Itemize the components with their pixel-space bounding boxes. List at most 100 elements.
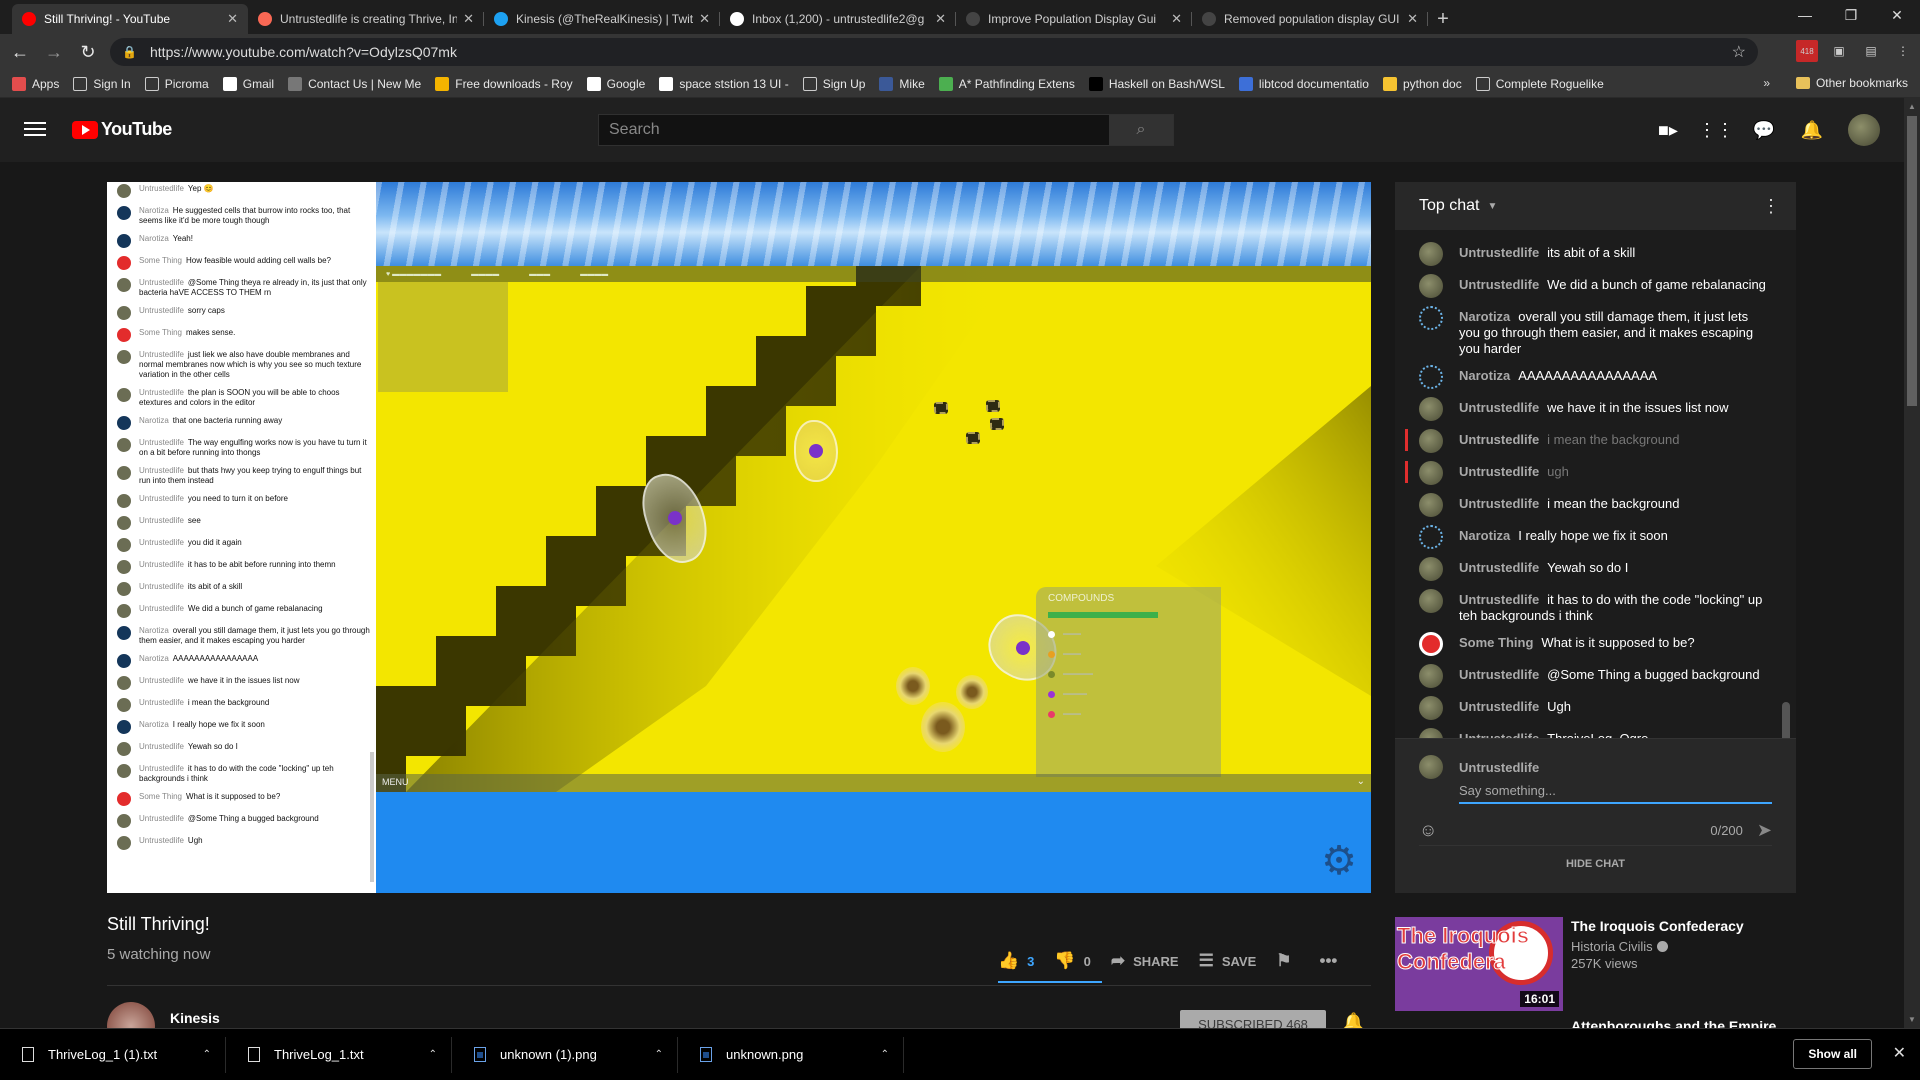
chat-avatar[interactable] [1419, 557, 1443, 581]
back-arrow-icon[interactable]: ← [6, 38, 34, 66]
chat-author[interactable]: Untrustedlife [1459, 400, 1539, 415]
scroll-down-arrow-icon[interactable]: ▼ [1904, 1015, 1920, 1024]
account-avatar[interactable] [1848, 114, 1880, 146]
bookmark-item[interactable]: Mike [879, 76, 925, 91]
reload-icon[interactable]: ↻ [74, 38, 102, 66]
chat-author[interactable]: Untrustedlife [1459, 667, 1539, 682]
chat-author[interactable]: Untrustedlife [1459, 245, 1539, 260]
browser-tab[interactable]: Inbox (1,200) - untrustedlife2@g ✕ [720, 4, 956, 34]
chat-author[interactable]: Untrustedlife [1459, 464, 1539, 479]
close-tab-icon[interactable]: ✕ [935, 11, 946, 27]
close-window-icon[interactable]: ✕ [1874, 0, 1920, 30]
chat-author[interactable]: Untrustedlife [1459, 731, 1539, 738]
chat-avatar[interactable] [1419, 728, 1443, 738]
hide-chat-button[interactable]: HIDE CHAT [1419, 845, 1772, 870]
chat-author[interactable]: Untrustedlife [1459, 432, 1539, 447]
browser-tab[interactable]: Untrustedlife is creating Thrive, In ✕ [248, 4, 484, 34]
save-button[interactable]: ☰ SAVE [1199, 951, 1257, 971]
chat-author[interactable]: Untrustedlife [1459, 496, 1539, 511]
close-tab-icon[interactable]: ✕ [1407, 11, 1418, 27]
address-bar[interactable]: 🔒 https://www.youtube.com/watch?v=Odylzs… [110, 38, 1758, 66]
bookmark-item[interactable]: Complete Roguelike [1475, 76, 1604, 91]
chat-avatar[interactable] [1419, 274, 1443, 298]
new-tab-button[interactable]: + [1428, 4, 1458, 34]
download-item[interactable]: unknown.png ⌃ [678, 1036, 904, 1073]
search-button[interactable]: ⌕ [1109, 115, 1173, 145]
chat-author[interactable]: Untrustedlife [1459, 699, 1539, 714]
chat-avatar[interactable] [1419, 365, 1443, 389]
channel-name[interactable]: Kinesis [170, 1010, 220, 1026]
chevron-up-icon[interactable]: ⌃ [655, 1049, 663, 1060]
chat-author[interactable]: Untrustedlife [1459, 560, 1539, 575]
chevron-up-icon[interactable]: ⌃ [203, 1049, 211, 1060]
share-button[interactable]: ➦ SHARE [1111, 951, 1179, 971]
chat-avatar[interactable] [1419, 461, 1443, 485]
chat-author[interactable]: Narotiza [1459, 528, 1510, 543]
menu-dots-icon[interactable]: ⋮ [1892, 40, 1914, 62]
bookmark-item[interactable]: Google [586, 76, 645, 91]
bookmark-item[interactable]: Contact Us | New Me [288, 76, 421, 91]
scrollbar-thumb[interactable] [1907, 116, 1917, 406]
video-thumbnail[interactable]: The Iroquois Confedera 16:01 [1395, 917, 1563, 1011]
bookmark-item[interactable]: Apps [12, 76, 59, 91]
chat-avatar[interactable] [1419, 306, 1443, 330]
restore-icon[interactable]: ❐ [1828, 0, 1874, 30]
extension-icon[interactable]: ▣ [1828, 40, 1850, 62]
emoji-icon[interactable]: ☺ [1419, 820, 1437, 841]
bookmark-item[interactable]: python doc [1382, 76, 1462, 91]
youtube-logo[interactable]: YouTube [72, 119, 172, 140]
chat-avatar[interactable] [1419, 696, 1443, 720]
browser-tab[interactable]: Kinesis (@TheRealKinesis) | Twitte ✕ [484, 4, 720, 34]
chat-input[interactable]: Say something... [1459, 783, 1772, 804]
close-tab-icon[interactable]: ✕ [463, 11, 474, 27]
chat-avatar[interactable] [1419, 589, 1443, 613]
chat-avatar[interactable] [1419, 493, 1443, 517]
bookmarks-overflow-chevron[interactable]: » [1763, 76, 1770, 90]
download-item[interactable]: unknown (1).png ⌃ [452, 1036, 678, 1073]
bookmark-item[interactable]: Gmail [222, 76, 274, 91]
minimize-icon[interactable]: — [1782, 0, 1828, 30]
page-scrollbar[interactable]: ▲ ▼ [1904, 98, 1920, 1028]
chat-menu-dots-icon[interactable]: ⋮ [1762, 196, 1780, 217]
close-tab-icon[interactable]: ✕ [227, 11, 238, 27]
bookmark-item[interactable]: Picroma [144, 76, 209, 91]
chat-author[interactable]: Some Thing [1459, 635, 1533, 650]
dislike-button[interactable]: 👎 0 [1054, 951, 1090, 971]
chat-author[interactable]: Untrustedlife [1459, 277, 1539, 292]
scroll-up-arrow-icon[interactable]: ▲ [1904, 102, 1920, 111]
chat-mode-selector[interactable]: Top chat [1419, 197, 1479, 215]
download-item[interactable]: ThriveLog_1.txt ⌃ [226, 1036, 452, 1073]
create-video-icon[interactable]: ■▸ [1656, 118, 1680, 142]
download-item[interactable]: ThriveLog_1 (1).txt ⌃ [0, 1036, 226, 1073]
extension-badge-icon[interactable]: 418 [1796, 40, 1818, 62]
send-icon[interactable]: ➤ [1757, 820, 1772, 841]
browser-tab[interactable]: Removed population display GUI ✕ [1192, 4, 1428, 34]
chat-avatar[interactable] [1419, 429, 1443, 453]
hamburger-menu-icon[interactable] [24, 118, 46, 140]
close-shelf-icon[interactable]: ✕ [1893, 1043, 1906, 1063]
bookmark-item[interactable]: Sign In [73, 76, 131, 91]
browser-tab[interactable]: Improve Population Display Gui ✕ [956, 4, 1192, 34]
chat-avatar[interactable] [1419, 242, 1443, 266]
video-player[interactable]: Untrustedlife Yep 😊 Narotiza He suggested c… [107, 182, 1371, 893]
search-input[interactable] [599, 115, 1109, 145]
apps-grid-icon[interactable]: ⋮⋮ [1698, 118, 1734, 142]
chat-author[interactable]: Narotiza [1459, 309, 1510, 324]
show-all-downloads-button[interactable]: Show all [1793, 1039, 1872, 1069]
bookmark-item[interactable]: A* Pathfinding Extens [938, 76, 1075, 91]
bookmark-item[interactable]: space ststion 13 UI - [659, 76, 789, 91]
close-tab-icon[interactable]: ✕ [699, 11, 710, 27]
chat-author[interactable]: Narotiza [1459, 368, 1510, 383]
bookmark-item[interactable]: Haskell on Bash/WSL [1088, 76, 1225, 91]
dropdown-caret-icon[interactable]: ▼ [1487, 201, 1497, 212]
like-button[interactable]: 👍 3 [998, 951, 1034, 971]
other-bookmarks[interactable]: Other bookmarks [1795, 76, 1908, 90]
recommended-video[interactable]: The Iroquois Confedera 16:01 The Iroquoi… [1395, 917, 1796, 1011]
chat-avatar[interactable] [1419, 664, 1443, 688]
chat-author[interactable]: Untrustedlife [1459, 592, 1539, 607]
report-button[interactable]: ⚑ [1276, 951, 1299, 971]
chat-avatar[interactable] [1419, 632, 1443, 656]
close-tab-icon[interactable]: ✕ [1171, 11, 1182, 27]
bookmark-star-icon[interactable]: ☆ [1732, 42, 1746, 62]
chevron-up-icon[interactable]: ⌃ [881, 1049, 889, 1060]
